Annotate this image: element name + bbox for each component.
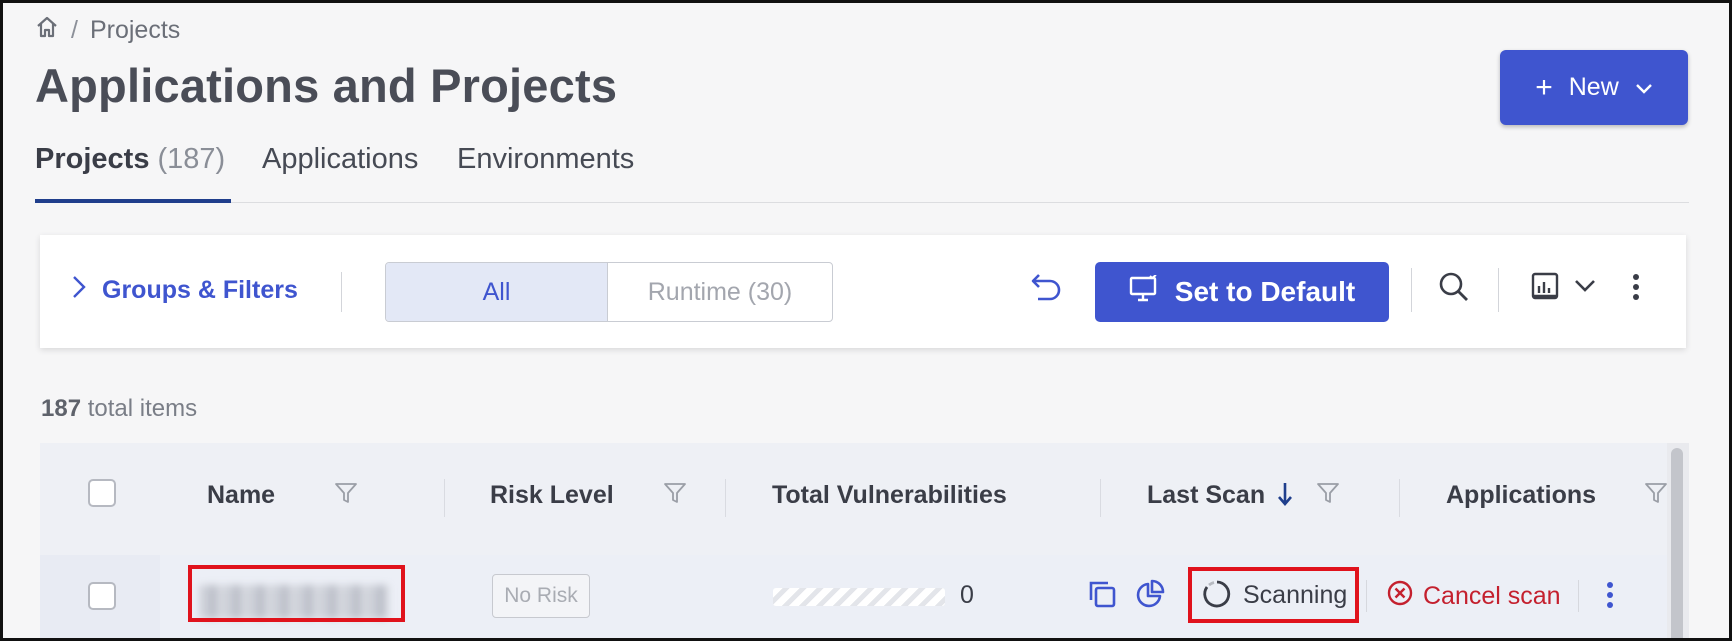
undo-icon[interactable]: [1030, 271, 1064, 308]
new-button-label: New: [1568, 73, 1619, 101]
column-divider: [725, 479, 726, 517]
more-vertical-icon[interactable]: [1632, 273, 1640, 306]
set-to-default-label: Set to Default: [1174, 276, 1356, 307]
cancel-scan-button[interactable]: Cancel scan: [1387, 580, 1561, 613]
vulnerabilities-count: 0: [960, 581, 974, 609]
total-items-label: total items: [87, 395, 198, 422]
groups-filters-label: Groups & Filters: [102, 276, 298, 304]
home-icon[interactable]: [35, 15, 59, 46]
risk-badge: No Risk: [492, 574, 590, 618]
divider: [341, 272, 342, 312]
filter-icon[interactable]: [1644, 481, 1668, 510]
cancel-circle-icon: [1387, 580, 1413, 613]
highlight-box-status: [1188, 567, 1359, 623]
column-header-last-scan[interactable]: Last Scan: [1147, 481, 1265, 510]
breadcrumb: / Projects: [35, 15, 180, 46]
column-header-name[interactable]: Name: [207, 481, 275, 510]
breadcrumb-separator: /: [71, 16, 78, 44]
segment-runtime[interactable]: Runtime (30): [608, 263, 832, 321]
column-divider: [1399, 479, 1400, 517]
divider: [1578, 580, 1579, 612]
search-icon[interactable]: [1438, 271, 1470, 308]
highlight-box-name: [188, 565, 405, 622]
app-frame: / Projects Applications and Projects + N…: [0, 0, 1732, 641]
sort-down-arrow-icon[interactable]: [1277, 481, 1293, 512]
column-header-risk-level[interactable]: Risk Level: [490, 481, 614, 510]
set-to-default-button[interactable]: Set to Default: [1095, 262, 1389, 322]
column-divider: [444, 479, 445, 517]
column-header-applications[interactable]: Applications: [1446, 481, 1596, 510]
new-button[interactable]: + New: [1500, 50, 1688, 125]
segment-all[interactable]: All: [386, 263, 608, 321]
tab-projects-count: (187): [157, 143, 226, 175]
chevron-down-icon: [1635, 73, 1653, 102]
chevron-right-icon: [72, 275, 86, 306]
column-header-total-vulnerabilities[interactable]: Total Vulnerabilities: [772, 481, 1007, 510]
table-header: Name Risk Level Total Vulnerabilities La…: [40, 443, 1670, 555]
vulnerabilities-bar: [773, 588, 945, 606]
copy-icon[interactable]: [1087, 579, 1117, 614]
total-items-count: 187: [41, 395, 82, 422]
tab-projects-label: Projects: [35, 143, 150, 175]
groups-filters-toggle[interactable]: Groups & Filters: [72, 275, 298, 306]
filter-toolbar: Groups & Filters All Runtime (30) Set to…: [40, 235, 1686, 348]
page-title: Applications and Projects: [35, 59, 618, 112]
tab-applications[interactable]: Applications: [262, 143, 418, 203]
filter-icon[interactable]: [1316, 481, 1340, 510]
filter-icon[interactable]: [334, 481, 358, 510]
cancel-scan-label: Cancel scan: [1423, 582, 1561, 610]
select-all-checkbox[interactable]: [88, 479, 116, 507]
breadcrumb-current: Projects: [89, 16, 181, 44]
plus-icon: +: [1535, 70, 1553, 104]
tab-environments[interactable]: Environments: [457, 143, 634, 203]
active-tab-indicator: [35, 199, 231, 203]
divider: [1366, 580, 1367, 612]
tab-bar: Projects (187) Applications Environments: [35, 143, 1689, 203]
pie-chart-icon[interactable]: [1135, 579, 1165, 614]
more-vertical-icon[interactable]: [1606, 581, 1614, 614]
row-checkbox[interactable]: [88, 582, 116, 610]
divider: [1498, 268, 1499, 312]
divider: [1411, 268, 1412, 312]
filter-icon[interactable]: [663, 481, 687, 510]
report-icon[interactable]: [1530, 271, 1560, 306]
monitor-icon: [1129, 273, 1159, 310]
table-scrollbar[interactable]: [1671, 448, 1683, 638]
view-segmented-control: All Runtime (30): [385, 262, 833, 322]
chevron-down-icon[interactable]: [1574, 279, 1596, 298]
column-divider: [1100, 479, 1101, 517]
total-items: 187 total items: [41, 395, 197, 423]
tab-projects[interactable]: Projects (187): [35, 143, 225, 203]
